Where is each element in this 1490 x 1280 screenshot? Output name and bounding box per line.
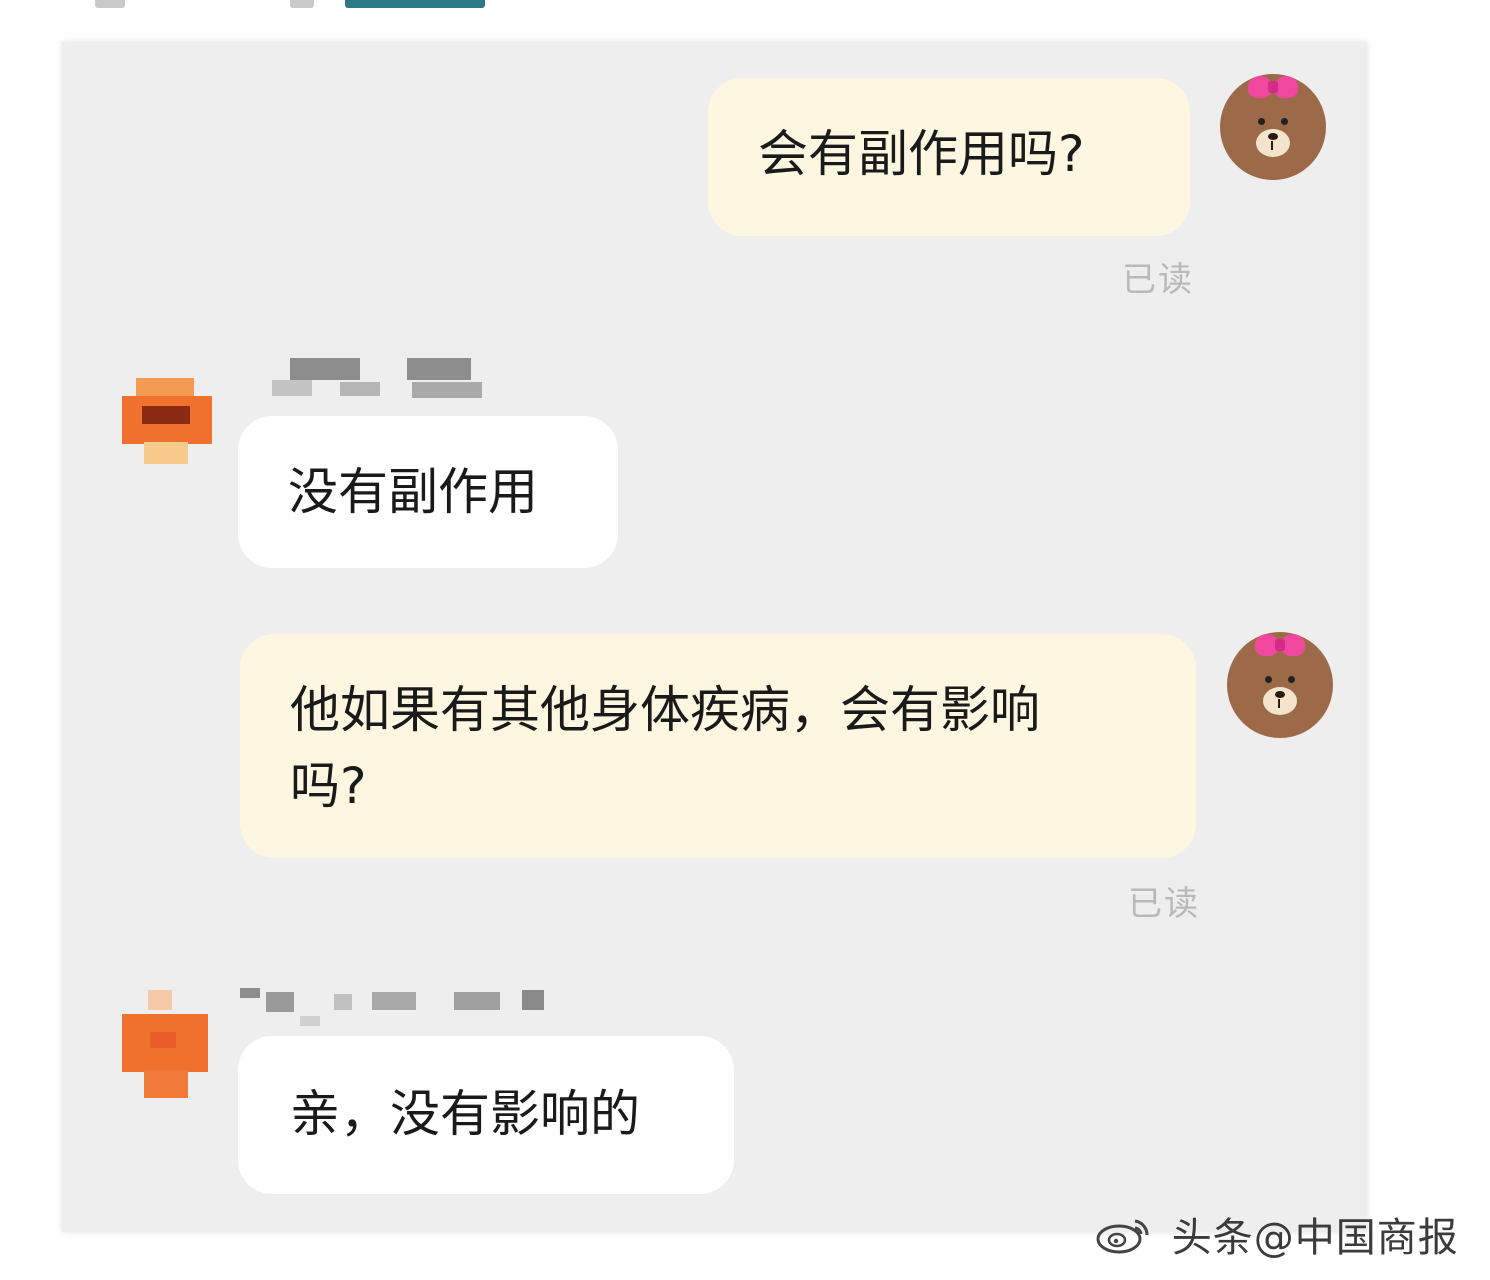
bear-avatar-icon[interactable] bbox=[1220, 74, 1326, 180]
outgoing-message-bubble[interactable]: 会有副作用吗? bbox=[708, 78, 1190, 236]
read-status: 已读 bbox=[1122, 260, 1194, 300]
blurred-sender-name bbox=[240, 980, 560, 1030]
read-status: 已读 bbox=[1128, 884, 1200, 924]
blurred-sender-name bbox=[272, 358, 492, 408]
watermark-text: 头条@中国商报 bbox=[1171, 1215, 1459, 1261]
pixelated-avatar-icon[interactable] bbox=[122, 378, 222, 478]
chat-panel: 会有副作用吗? 已读 没有副作用 他如果有其他身体疾病，会有影响 吗? 已读 亲… bbox=[62, 42, 1367, 1232]
message-text: 亲，没有影响的 bbox=[290, 1085, 640, 1143]
cropped-text-fragment bbox=[290, 0, 314, 8]
outgoing-message-bubble[interactable]: 他如果有其他身体疾病，会有影响 吗? bbox=[240, 634, 1196, 858]
message-text: 没有副作用 bbox=[288, 463, 538, 521]
message-text-line: 他如果有其他身体疾病，会有影响 bbox=[290, 681, 1040, 739]
message-text: 会有副作用吗? bbox=[758, 125, 1085, 183]
cropped-title-fragment bbox=[345, 0, 485, 8]
watermark: 头条@中国商报 bbox=[1095, 1205, 1459, 1275]
top-cropped-strip bbox=[0, 0, 1490, 10]
incoming-message-bubble[interactable]: 没有副作用 bbox=[238, 416, 618, 568]
pixelated-avatar-icon[interactable] bbox=[122, 990, 222, 1098]
incoming-message-bubble[interactable]: 亲，没有影响的 bbox=[238, 1036, 734, 1194]
bear-avatar-icon[interactable] bbox=[1227, 632, 1333, 738]
pink-bow-icon bbox=[1255, 634, 1305, 658]
cropped-text-fragment bbox=[95, 0, 125, 8]
pink-bow-icon bbox=[1248, 76, 1298, 100]
message-text-line: 吗? bbox=[290, 757, 367, 815]
weibo-logo-icon bbox=[1096, 1219, 1149, 1254]
